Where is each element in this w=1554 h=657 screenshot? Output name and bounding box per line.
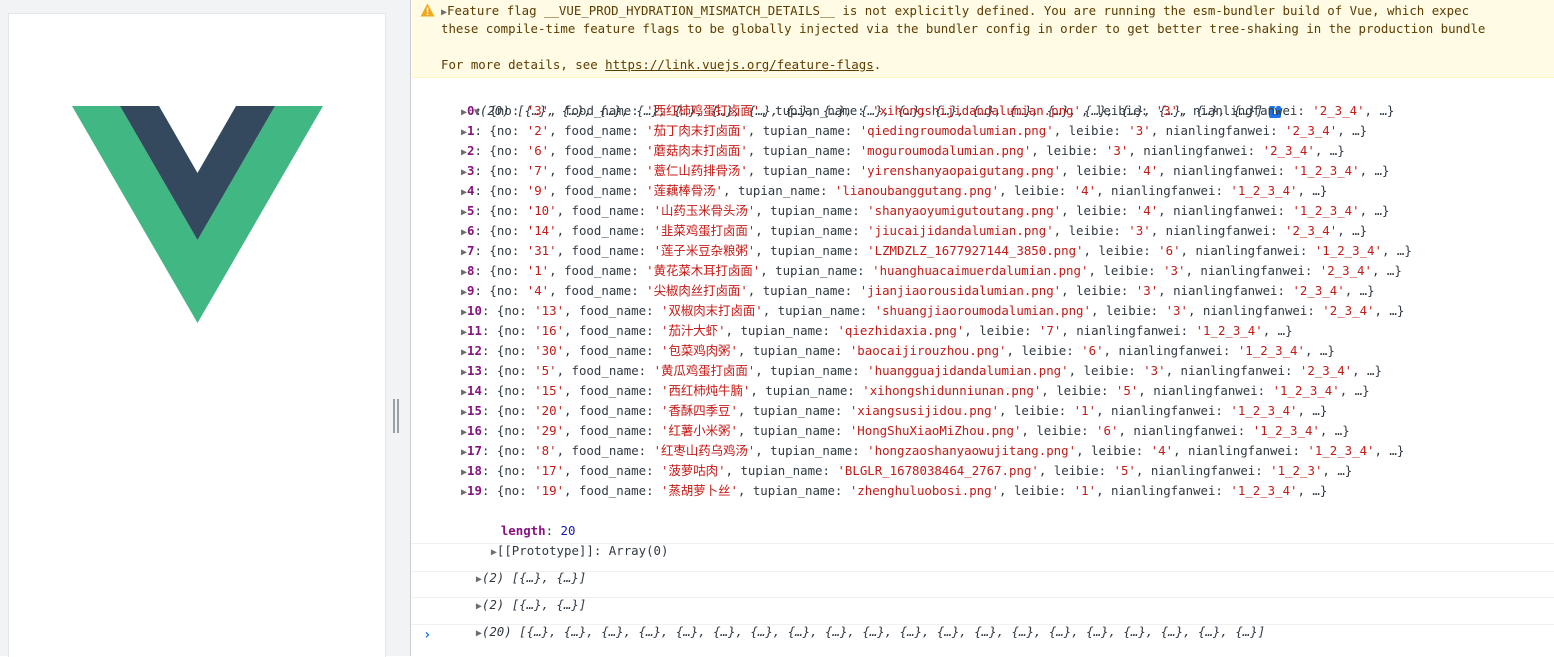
array-item-row[interactable]: ▶9: {no: '4', food_name: '尖椒肉丝打卤面', tupi… — [461, 281, 1375, 301]
warning-more-details: For more details, see https://link.vuejs… — [441, 57, 882, 72]
array-item-row[interactable]: ▶10: {no: '13', food_name: '双椒肉末打卤面', tu… — [461, 301, 1404, 321]
array-item-row[interactable]: ▶1: {no: '2', food_name: '茄丁肉末打卤面', tupi… — [461, 121, 1367, 141]
devtools-console: ▶Feature flag __VUE_PROD_HYDRATION_MISMA… — [410, 0, 1554, 656]
console-log-entry[interactable]: ▶(2) [{…}, {…}] — [446, 575, 586, 612]
array-item-row[interactable]: ▶13: {no: '5', food_name: '黄瓜鸡蛋打卤面', tup… — [461, 361, 1382, 381]
warning-icon — [420, 3, 435, 17]
array-item-row[interactable]: ▶18: {no: '17', food_name: '菠萝咕肉', tupia… — [461, 461, 1352, 481]
console-log-entry[interactable]: ▶(2) [{…}, {…}] — [446, 548, 586, 585]
feature-flags-link[interactable]: https://link.vuejs.org/feature-flags — [605, 57, 874, 72]
array-item-row[interactable]: ▶5: {no: '10', food_name: '山药玉米骨头汤', tup… — [461, 201, 1389, 221]
array-item-row[interactable]: ▶17: {no: '8', food_name: '红枣山药乌鸡汤', tup… — [461, 441, 1404, 461]
vue-logo — [72, 106, 323, 323]
array-item-row[interactable]: ▶6: {no: '14', food_name: '韭菜鸡蛋打卤面', tup… — [461, 221, 1367, 241]
console-warning-message: ▶Feature flag __VUE_PROD_HYDRATION_MISMA… — [411, 0, 1554, 78]
array-item-row[interactable]: ▶14: {no: '15', food_name: '西红柿炖牛腩', tup… — [461, 381, 1370, 401]
array-length-row: length: 20 — [500, 523, 576, 538]
array-item-row[interactable]: ▶7: {no: '31', food_name: '莲子米豆杂粮粥', tup… — [461, 241, 1412, 261]
warning-line-2: these compile-time feature flags to be g… — [441, 21, 1486, 36]
array-item-row[interactable]: ▶19: {no: '19', food_name: '蒸胡萝卜丝', tupi… — [461, 481, 1327, 501]
array-item-row[interactable]: ▶15: {no: '20', food_name: '香酥四季豆', tupi… — [461, 401, 1327, 421]
console-log-entry[interactable]: ▶(20) [{…}, {…}, {…}, {…}, {…}, {…}, {…}… — [446, 602, 1265, 639]
log-divider — [411, 624, 1554, 625]
array-item-row[interactable]: ▶12: {no: '30', food_name: '包菜鸡肉粥', tupi… — [461, 341, 1335, 361]
array-item-row[interactable]: ▶8: {no: '1', food_name: '黄花菜木耳打卤面', tup… — [461, 261, 1402, 281]
array-prototype-row[interactable]: ▶[[Prototype]]: Array(0) — [461, 521, 669, 558]
log-divider — [411, 543, 1554, 544]
array-item-row[interactable]: ▶2: {no: '6', food_name: '蘑菇肉末打卤面', tupi… — [461, 141, 1345, 161]
warning-line-1: ▶Feature flag __VUE_PROD_HYDRATION_MISMA… — [441, 3, 1470, 18]
array-item-row[interactable]: ▶11: {no: '16', food_name: '茄汁大虾', tupia… — [461, 321, 1293, 341]
console-prompt[interactable]: › — [423, 627, 431, 643]
log-divider — [411, 597, 1554, 598]
app-preview-pane — [0, 0, 410, 657]
app-card — [8, 13, 386, 657]
log-divider — [411, 571, 1554, 572]
array-item-row[interactable]: ▶3: {no: '7', food_name: '薏仁山药排骨汤', tupi… — [461, 161, 1389, 181]
array-log-header[interactable]: ▼(20) [{…}, {…}, {…}, {…}, {…}, {…}, {…}… — [444, 81, 1282, 118]
array-item-row[interactable]: ▶4: {no: '9', food_name: '莲藕棒骨汤', tupian… — [461, 181, 1327, 201]
pane-splitter-handle[interactable] — [392, 399, 400, 433]
array-item-row[interactable]: ▶0: {no: '3', food_name: '西红柿鸡蛋打卤面', tup… — [461, 101, 1394, 121]
array-item-row[interactable]: ▶16: {no: '29', food_name: '红薯小米粥', tupi… — [461, 421, 1350, 441]
